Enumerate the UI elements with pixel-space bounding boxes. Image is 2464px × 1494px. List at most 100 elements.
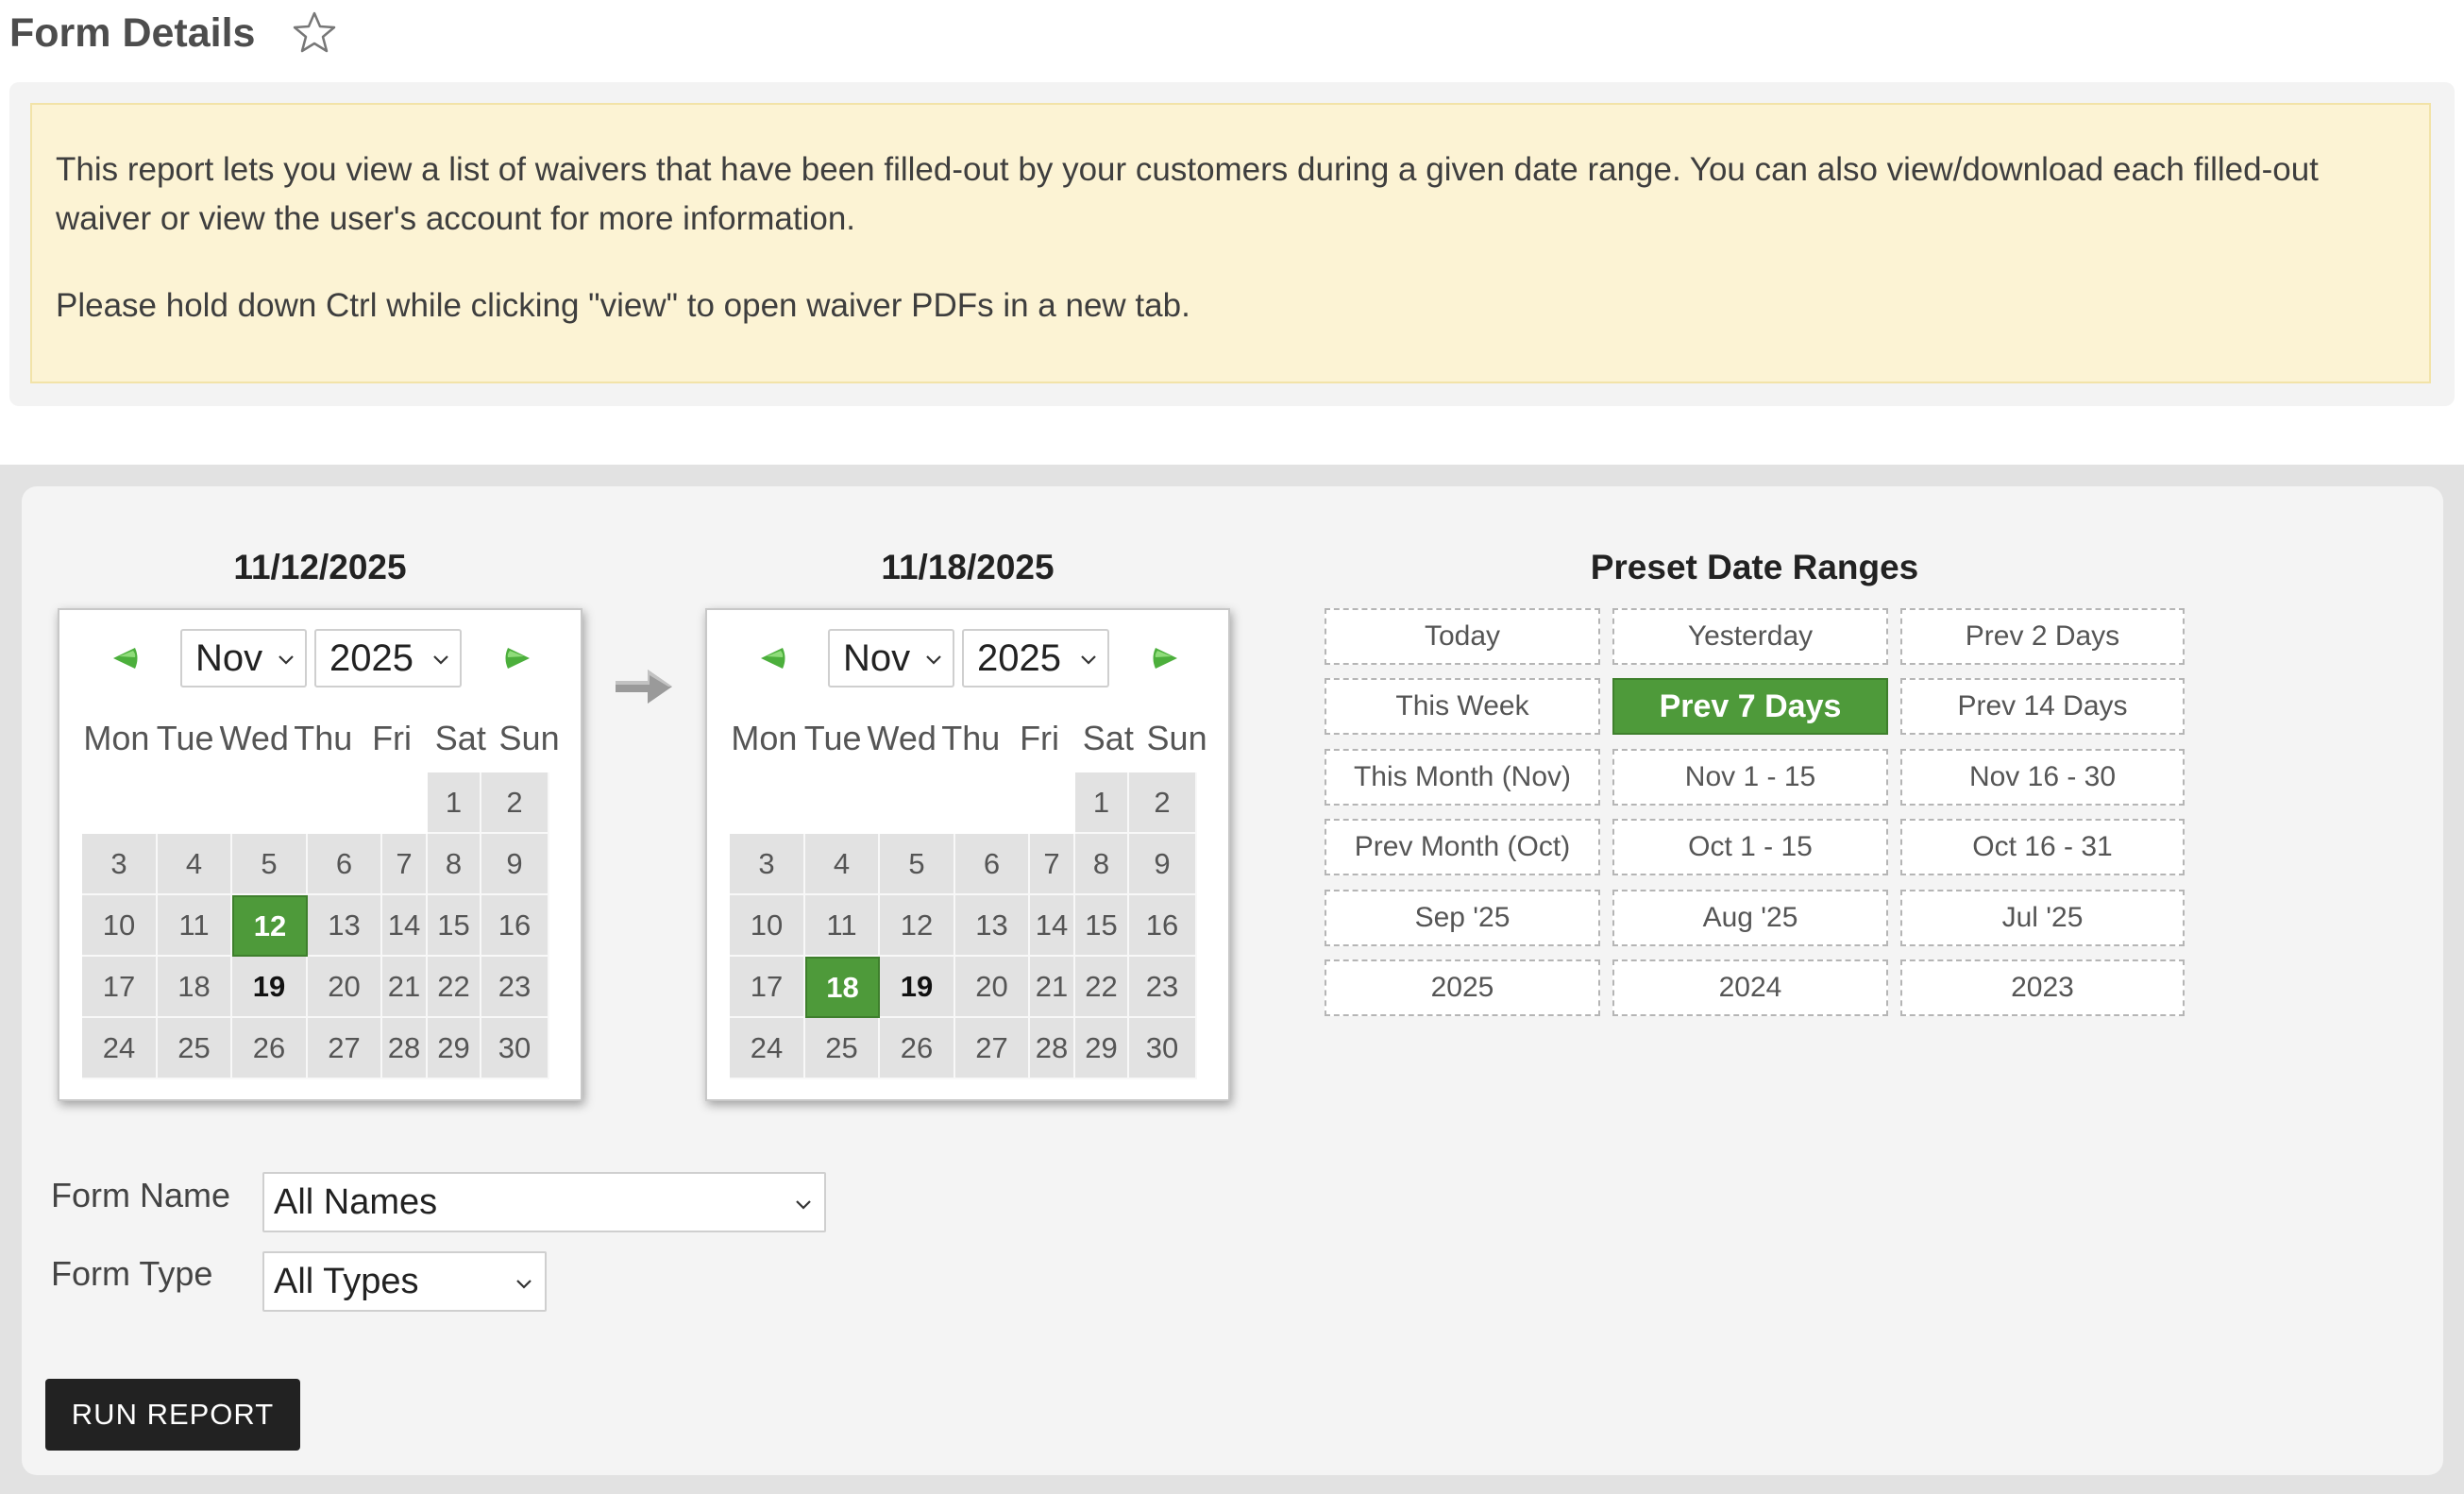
preset-jul-25[interactable]: Jul '25 <box>1900 890 2185 946</box>
calendar-day[interactable]: 20 <box>955 957 1030 1018</box>
preset-this-month-nov[interactable]: This Month (Nov) <box>1325 749 1600 806</box>
next-month-icon[interactable] <box>503 646 532 671</box>
calendar-day[interactable]: 21 <box>1030 957 1075 1018</box>
next-month-icon[interactable] <box>1151 646 1179 671</box>
preset-nov-16-30[interactable]: Nov 16 - 30 <box>1900 749 2185 806</box>
calendar-day[interactable]: 1 <box>1075 772 1129 834</box>
calendar-day[interactable]: 30 <box>481 1018 549 1079</box>
preset-today[interactable]: Today <box>1325 608 1600 665</box>
calendar-day[interactable]: 9 <box>481 834 549 895</box>
calendar-day[interactable]: 3 <box>730 834 805 895</box>
calendar-day[interactable]: 30 <box>1129 1018 1197 1079</box>
month-select[interactable]: Nov <box>828 629 954 688</box>
form-name-select[interactable]: All Names <box>262 1172 826 1232</box>
calendar-day[interactable]: 23 <box>481 957 549 1018</box>
form-type-value: All Types <box>274 1262 419 1301</box>
calendar-day[interactable]: 18 <box>158 957 232 1018</box>
preset-prev-7-days[interactable]: Prev 7 Days <box>1612 678 1888 735</box>
calendar-day[interactable]: 7 <box>382 834 428 895</box>
preset-nov-1-15[interactable]: Nov 1 - 15 <box>1612 749 1888 806</box>
preset-sep-25[interactable]: Sep '25 <box>1325 890 1600 946</box>
calendar-day[interactable]: 28 <box>1030 1018 1075 1079</box>
empty-day-cell <box>82 772 158 834</box>
preset-aug-25[interactable]: Aug '25 <box>1612 890 1888 946</box>
calendar-day[interactable]: 10 <box>82 895 158 957</box>
preset-oct-16-31[interactable]: Oct 16 - 31 <box>1900 819 2185 875</box>
calendar-day[interactable]: 16 <box>1129 895 1197 957</box>
preset-oct-1-15[interactable]: Oct 1 - 15 <box>1612 819 1888 875</box>
calendar-day[interactable]: 28 <box>382 1018 428 1079</box>
calendar-day[interactable]: 24 <box>730 1018 805 1079</box>
calendar-day[interactable]: 9 <box>1129 834 1197 895</box>
weekday-label: Tue <box>803 719 862 757</box>
calendar-day[interactable]: 10 <box>730 895 805 957</box>
preset-2023[interactable]: 2023 <box>1900 959 2185 1016</box>
preset-yesterday[interactable]: Yesterday <box>1612 608 1888 665</box>
year-select[interactable]: 2025 <box>962 629 1109 688</box>
calendar-day[interactable]: 12 <box>880 895 955 957</box>
calendar-day[interactable]: 25 <box>158 1018 232 1079</box>
calendar-day-selected[interactable]: 18 <box>805 957 880 1018</box>
preset-2025[interactable]: 2025 <box>1325 959 1600 1016</box>
preset-prev-14-days[interactable]: Prev 14 Days <box>1900 678 2185 735</box>
calendar-day[interactable]: 20 <box>308 957 382 1018</box>
calendar-day[interactable]: 4 <box>805 834 880 895</box>
calendar-day[interactable]: 26 <box>880 1018 955 1079</box>
empty-day-cell <box>1030 772 1075 834</box>
calendar-day[interactable]: 11 <box>805 895 880 957</box>
calendar-day[interactable]: 22 <box>1075 957 1129 1018</box>
calendar-day-selected[interactable]: 12 <box>232 895 308 957</box>
calendar-day[interactable]: 16 <box>481 895 549 957</box>
calendar-day[interactable]: 15 <box>428 895 481 957</box>
calendar-day[interactable]: 14 <box>382 895 428 957</box>
calendar-day[interactable]: 29 <box>428 1018 481 1079</box>
calendar-day[interactable]: 25 <box>805 1018 880 1079</box>
calendar-nav: Nov 2025 <box>707 629 1228 688</box>
calendar-day[interactable]: 21 <box>382 957 428 1018</box>
calendar-day[interactable]: 8 <box>1075 834 1129 895</box>
calendar-day[interactable]: 1 <box>428 772 481 834</box>
calendar-day[interactable]: 6 <box>955 834 1030 895</box>
calendar-day-today[interactable]: 19 <box>880 957 955 1018</box>
calendar-day[interactable]: 17 <box>82 957 158 1018</box>
start-date-label: 11/12/2025 <box>233 548 407 586</box>
calendar-day[interactable]: 2 <box>481 772 549 834</box>
year-select[interactable]: 2025 <box>314 629 462 688</box>
calendar-day[interactable]: 7 <box>1030 834 1075 895</box>
chevron-down-icon <box>516 1280 532 1289</box>
calendar-day-today[interactable]: 19 <box>232 957 308 1018</box>
calendar-day[interactable]: 23 <box>1129 957 1197 1018</box>
calendar-day[interactable]: 8 <box>428 834 481 895</box>
calendar-day[interactable]: 26 <box>232 1018 308 1079</box>
calendar-day[interactable]: 3 <box>82 834 158 895</box>
prev-month-icon[interactable] <box>759 646 787 671</box>
calendar-day[interactable]: 17 <box>730 957 805 1018</box>
preset-2024[interactable]: 2024 <box>1612 959 1888 1016</box>
empty-day-cell <box>232 772 308 834</box>
star-outline-icon[interactable] <box>291 9 338 57</box>
calendar-day[interactable]: 24 <box>82 1018 158 1079</box>
run-report-button[interactable]: RUN REPORT <box>45 1379 300 1451</box>
preset-prev-2-days[interactable]: Prev 2 Days <box>1900 608 2185 665</box>
calendar-day[interactable]: 29 <box>1075 1018 1129 1079</box>
preset-prev-month-oct[interactable]: Prev Month (Oct) <box>1325 819 1600 875</box>
form-type-select[interactable]: All Types <box>262 1251 547 1312</box>
prev-month-icon[interactable] <box>111 646 140 671</box>
calendar-day[interactable]: 5 <box>232 834 308 895</box>
preset-this-week[interactable]: This Week <box>1325 678 1600 735</box>
calendar-day[interactable]: 5 <box>880 834 955 895</box>
calendar-day[interactable]: 6 <box>308 834 382 895</box>
calendar-day[interactable]: 15 <box>1075 895 1129 957</box>
calendar-day[interactable]: 27 <box>308 1018 382 1079</box>
calendar-day[interactable]: 13 <box>955 895 1030 957</box>
calendar-day[interactable]: 27 <box>955 1018 1030 1079</box>
calendar-day[interactable]: 22 <box>428 957 481 1018</box>
calendar-day[interactable]: 2 <box>1129 772 1197 834</box>
calendar-day[interactable]: 13 <box>308 895 382 957</box>
calendar-day[interactable]: 4 <box>158 834 232 895</box>
weekday-label: Wed <box>867 719 937 757</box>
calendar-day[interactable]: 14 <box>1030 895 1075 957</box>
month-select[interactable]: Nov <box>180 629 307 688</box>
calendar-day[interactable]: 11 <box>158 895 232 957</box>
page-title: Form Details <box>9 9 256 56</box>
